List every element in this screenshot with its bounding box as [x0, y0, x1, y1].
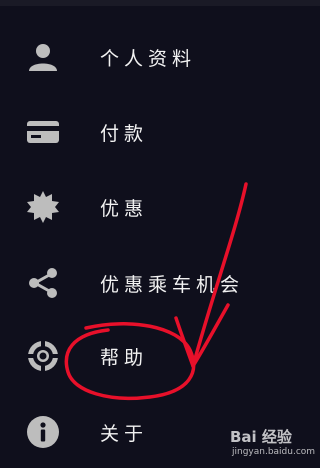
menu-item-promotions[interactable]: 优惠	[0, 169, 320, 245]
share-icon	[26, 266, 60, 300]
watermark-logo: Bai 经验	[230, 428, 292, 446]
menu-item-label: 付款	[100, 122, 149, 145]
menu-item-help[interactable]: 帮助	[0, 318, 320, 394]
menu-item-label: 关于	[100, 422, 149, 445]
promo-badge-icon	[26, 190, 60, 224]
person-icon	[26, 40, 60, 74]
lifebuoy-icon	[26, 339, 60, 373]
menu-item-label: 帮助	[100, 346, 149, 369]
side-menu-screen: 个人资料 付款 优惠 优惠乘车机会 帮助 关于 Bai 经验 jingyan.b…	[0, 0, 320, 468]
baidu-jingyan-watermark: Bai 经验 jingyan.baidu.com	[224, 420, 316, 464]
menu-item-label: 优惠乘车机会	[100, 273, 245, 296]
credit-card-icon	[26, 115, 60, 149]
watermark-url: jingyan.baidu.com	[232, 447, 316, 457]
menu-item-free-rides[interactable]: 优惠乘车机会	[0, 245, 320, 321]
menu-item-profile[interactable]: 个人资料	[0, 19, 320, 95]
menu-item-payment[interactable]: 付款	[0, 94, 320, 170]
info-icon	[26, 415, 60, 449]
side-menu: 个人资料 付款 优惠 优惠乘车机会 帮助 关于	[0, 0, 320, 468]
menu-item-label: 个人资料	[100, 47, 197, 70]
menu-item-label: 优惠	[100, 197, 149, 220]
